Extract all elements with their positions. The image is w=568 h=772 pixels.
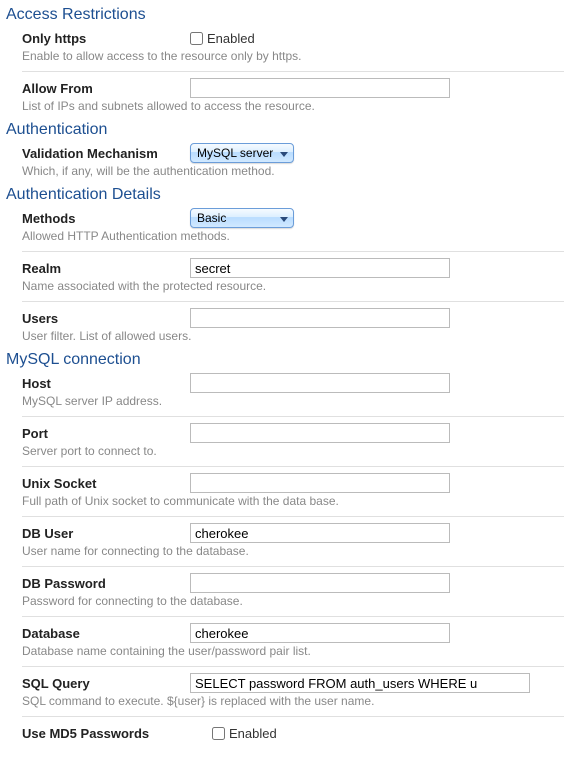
use-md5-checkbox[interactable] [212, 727, 225, 740]
host-desc: MySQL server IP address. [22, 394, 564, 408]
realm-desc: Name associated with the protected resou… [22, 279, 564, 293]
allow-from-input[interactable] [190, 78, 450, 98]
use-md5-checkbox-label: Enabled [229, 726, 277, 741]
port-label: Port [22, 426, 190, 441]
validation-label: Validation Mechanism [22, 146, 190, 161]
realm-label: Realm [22, 261, 190, 276]
validation-desc: Which, if any, will be the authenticatio… [22, 164, 564, 178]
only-https-checkbox-label: Enabled [207, 31, 255, 46]
section-auth-title: Authentication [4, 121, 564, 139]
allow-from-desc: List of IPs and subnets allowed to acces… [22, 99, 564, 113]
port-desc: Server port to connect to. [22, 444, 564, 458]
database-desc: Database name containing the user/passwo… [22, 644, 564, 658]
only-https-checkbox[interactable] [190, 32, 203, 45]
db-password-desc: Password for connecting to the database. [22, 594, 564, 608]
db-password-label: DB Password [22, 576, 190, 591]
sql-query-desc: SQL command to execute. ${user} is repla… [22, 694, 564, 708]
users-label: Users [22, 311, 190, 326]
only-https-label: Only https [22, 31, 190, 46]
section-access-title: Access Restrictions [4, 6, 564, 24]
allow-from-label: Allow From [22, 81, 190, 96]
db-password-input[interactable] [190, 573, 450, 593]
validation-select[interactable]: MySQL server [190, 143, 294, 163]
section-auth-details-title: Authentication Details [4, 186, 564, 204]
host-input[interactable] [190, 373, 450, 393]
sql-query-label: SQL Query [22, 676, 190, 691]
db-user-desc: User name for connecting to the database… [22, 544, 564, 558]
sql-query-input[interactable] [190, 673, 530, 693]
db-user-input[interactable] [190, 523, 450, 543]
db-user-label: DB User [22, 526, 190, 541]
users-desc: User filter. List of allowed users. [22, 329, 564, 343]
unix-socket-desc: Full path of Unix socket to communicate … [22, 494, 564, 508]
realm-input[interactable] [190, 258, 450, 278]
database-label: Database [22, 626, 190, 641]
database-input[interactable] [190, 623, 450, 643]
host-label: Host [22, 376, 190, 391]
use-md5-label: Use MD5 Passwords [22, 726, 212, 741]
section-mysql-title: MySQL connection [4, 351, 564, 369]
unix-socket-input[interactable] [190, 473, 450, 493]
users-input[interactable] [190, 308, 450, 328]
methods-label: Methods [22, 211, 190, 226]
port-input[interactable] [190, 423, 450, 443]
only-https-desc: Enable to allow access to the resource o… [22, 49, 564, 63]
unix-socket-label: Unix Socket [22, 476, 190, 491]
methods-select[interactable]: Basic [190, 208, 294, 228]
methods-desc: Allowed HTTP Authentication methods. [22, 229, 564, 243]
